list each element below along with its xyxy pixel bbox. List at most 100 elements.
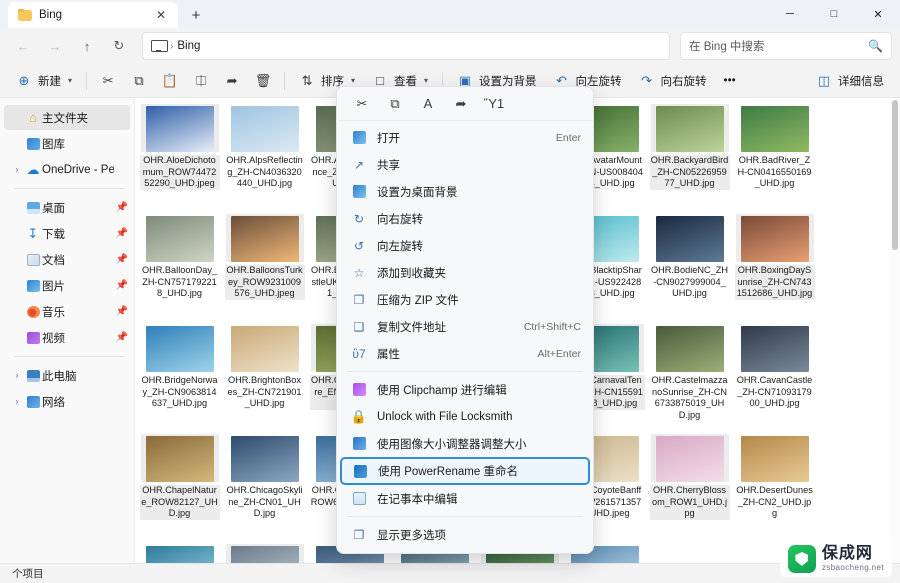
sidebar-separator (14, 188, 124, 189)
rotate-right-button[interactable]: ↷ 向右旋转 (631, 67, 715, 95)
menu-item-6[interactable]: ❐压缩为 ZIP 文件 (341, 286, 589, 313)
menu-item-8[interactable]: ὒ7属性Alt+Enter (341, 340, 589, 367)
minimize-button[interactable]: ─ (768, 0, 812, 28)
menu-item-0[interactable]: 打开Enter (341, 124, 589, 151)
back-button[interactable]: ← (8, 32, 38, 60)
tab-strip: Bing ✕ + (0, 0, 210, 28)
new-button[interactable]: ⊕ 新建 ▾ (8, 67, 80, 95)
refresh-button[interactable]: ↻ (104, 32, 134, 60)
sidebar-item-9[interactable]: 视频📌 (4, 325, 130, 350)
file-tile[interactable]: OHR.BridgeNorway_ZH-CN9063814637_UHD.jpg (137, 322, 222, 432)
pin-icon[interactable]: 📌 (114, 306, 130, 317)
favorite-star-icon: ☆ (349, 266, 369, 280)
menu-item-1[interactable]: ↗共享 (341, 151, 589, 178)
chevron-right-icon[interactable]: › (10, 397, 24, 406)
details-label: 详细信息 (838, 73, 884, 89)
powerrename-icon (350, 465, 370, 478)
file-tile[interactable]: OHR.BackyardBird_ZH-CN0522695977_UHD.jpg (647, 102, 732, 212)
context-menu[interactable]: ✂⧉A➦Ὕ1 打开Enter↗共享设置为桌面背景↻向右旋转↺向左旋转☆添加到收藏… (336, 86, 594, 554)
menu-item-3[interactable]: ↻向右旋转 (341, 205, 589, 232)
file-tile[interactable]: OHR.ChapelNature_ROW82127_UHD.jpg (137, 432, 222, 542)
details-pane-button[interactable]: ◫ 详细信息 (808, 67, 892, 95)
chevron-right-icon[interactable]: › (10, 371, 24, 380)
copy-icon[interactable]: ⧉ (380, 91, 410, 117)
file-tile[interactable]: OHR.AlpsReflecting_ZH-CN4036320440_UHD.j… (222, 102, 307, 212)
delete-icon[interactable]: Ὕ1 (479, 91, 509, 117)
rename-icon[interactable]: A (413, 91, 443, 117)
new-tab-icon[interactable]: + (182, 2, 210, 28)
maximize-button[interactable]: □ (812, 0, 856, 28)
menu-item-5[interactable]: ☆添加到收藏夹 (341, 259, 589, 286)
close-button[interactable]: ✕ (856, 0, 900, 28)
sidebar-item-0[interactable]: ⌂主文件夹 (4, 105, 130, 130)
rename-button[interactable]: ⎅ (186, 67, 216, 95)
breadcrumb[interactable]: › Bing (142, 32, 670, 60)
menu-item-16[interactable]: ❐显示更多选项 (341, 521, 589, 548)
up-button[interactable]: ↑ (72, 32, 102, 60)
cut-button[interactable]: ✂ (93, 67, 123, 95)
file-tile[interactable]: OHR.DesertDunes_ZH-CN2_UHD.jpg (732, 432, 817, 542)
file-tile[interactable]: OHR.BoxingDaySunrise_ZH-CN7431512686_UHD… (732, 212, 817, 322)
navigation-bar: ← → ↑ ↻ › Bing 在 Bing 中搜索 🔍 (0, 28, 900, 64)
copy-button[interactable]: ⧉ (124, 67, 154, 95)
menu-item-13[interactable]: 使用 PowerRename 重命名 (340, 457, 590, 485)
download-icon: ↧ (24, 226, 42, 242)
menu-item-label: 打开 (369, 130, 548, 146)
menu-item-11[interactable]: 🔒Unlock with File Locksmith (341, 403, 589, 430)
thumbnail-wrapper (226, 104, 304, 152)
cut-icon[interactable]: ✂ (347, 91, 377, 117)
pin-icon[interactable]: 📌 (114, 280, 130, 291)
delete-button[interactable]: 🗑 (248, 67, 278, 95)
sidebar-item-5[interactable]: ↧下载📌 (4, 221, 130, 246)
pin-icon[interactable]: 📌 (114, 202, 130, 213)
sidebar-item-label: 桌面 (42, 200, 114, 216)
file-tile[interactable]: OHR.CastelmazzanoSunrise_ZH-CN6733875019… (647, 322, 732, 432)
pin-icon[interactable]: 📌 (114, 228, 130, 239)
share-icon[interactable]: ➦ (446, 91, 476, 117)
menu-item-4[interactable]: ↺向左旋转 (341, 232, 589, 259)
tab-label: Bing (39, 9, 145, 21)
sidebar-item-11[interactable]: ›此电脑 (4, 363, 130, 388)
file-tile[interactable]: OHR.CherryBlossom_ROW1_UHD.jpg (647, 432, 732, 542)
sidebar-item-2[interactable]: ›☁OneDrive - Perso (4, 157, 130, 182)
search-icon[interactable]: 🔍 (868, 39, 883, 53)
menu-item-2[interactable]: 设置为桌面背景 (341, 178, 589, 205)
file-tile[interactable]: OHR.AloeDichotomum_ROW7447252290_UHD.jpe… (137, 102, 222, 212)
share-button[interactable]: ➦ (217, 67, 247, 95)
sidebar-item-7[interactable]: 图片📌 (4, 273, 130, 298)
watermark-en: zsbaocheng.net (822, 564, 884, 572)
scrollbar-thumb[interactable] (892, 100, 898, 250)
sidebar-item-4[interactable]: 桌面📌 (4, 195, 130, 220)
menu-item-10[interactable]: 使用 Clipchamp 进行编辑 (341, 376, 589, 403)
search-box[interactable]: 在 Bing 中搜索 🔍 (680, 32, 892, 60)
file-tile[interactable]: OHR.CavanCastle_ZH-CN7109317900_UHD.jpg (732, 322, 817, 432)
sidebar-item-6[interactable]: 文档📌 (4, 247, 130, 272)
file-tile[interactable]: OHR.BodieNC_ZH-CN9027999004_UHD.jpg (647, 212, 732, 322)
menu-item-7[interactable]: ❑复制文件地址Ctrl+Shift+C (341, 313, 589, 340)
pin-icon[interactable]: 📌 (114, 254, 130, 265)
file-tile[interactable]: OHR.BadRiver_ZH-CN0416550169_UHD.jpg (732, 102, 817, 212)
forward-button[interactable]: → (40, 32, 70, 60)
chevron-right-icon[interactable]: › (10, 165, 24, 174)
file-thumbnail (656, 106, 724, 152)
share-icon: ➦ (224, 73, 240, 89)
sidebar-item-1[interactable]: 图库 (4, 131, 130, 156)
more-options-button[interactable]: ••• (716, 67, 744, 95)
file-tile[interactable]: OHR.BalloonDay_ZH-CN7571792218_UHD.jpg (137, 212, 222, 322)
thumbnail-wrapper (141, 324, 219, 372)
file-tile[interactable]: OHR.BrightonBoxes_ZH-CN721901_UHD.jpg (222, 322, 307, 432)
tab-close-icon[interactable]: ✕ (152, 6, 170, 24)
paste-button[interactable]: 📋 (155, 67, 185, 95)
rotate-right-icon: ↷ (639, 73, 655, 89)
sidebar-item-12[interactable]: ›网络 (4, 389, 130, 414)
tab-bing[interactable]: Bing ✕ (8, 2, 178, 28)
menu-item-14[interactable]: 在记事本中编辑 (341, 485, 589, 512)
file-tile[interactable]: OHR.BalloonsTurkey_ROW9231009576_UHD.jpe… (222, 212, 307, 322)
menu-item-12[interactable]: 使用图像大小调整器调整大小 (341, 430, 589, 457)
vertical-scrollbar[interactable] (890, 98, 900, 583)
sidebar-item-8[interactable]: 音乐📌 (4, 299, 130, 324)
file-explorer-window: Bing ✕ + ─ □ ✕ ← → ↑ ↻ › Bing 在 Bing 中搜索… (0, 0, 900, 583)
sidebar-item-label: 下载 (42, 226, 114, 242)
file-tile[interactable]: OHR.ChicagoSkyline_ZH-CN01_UHD.jpg (222, 432, 307, 542)
pin-icon[interactable]: 📌 (114, 332, 130, 343)
